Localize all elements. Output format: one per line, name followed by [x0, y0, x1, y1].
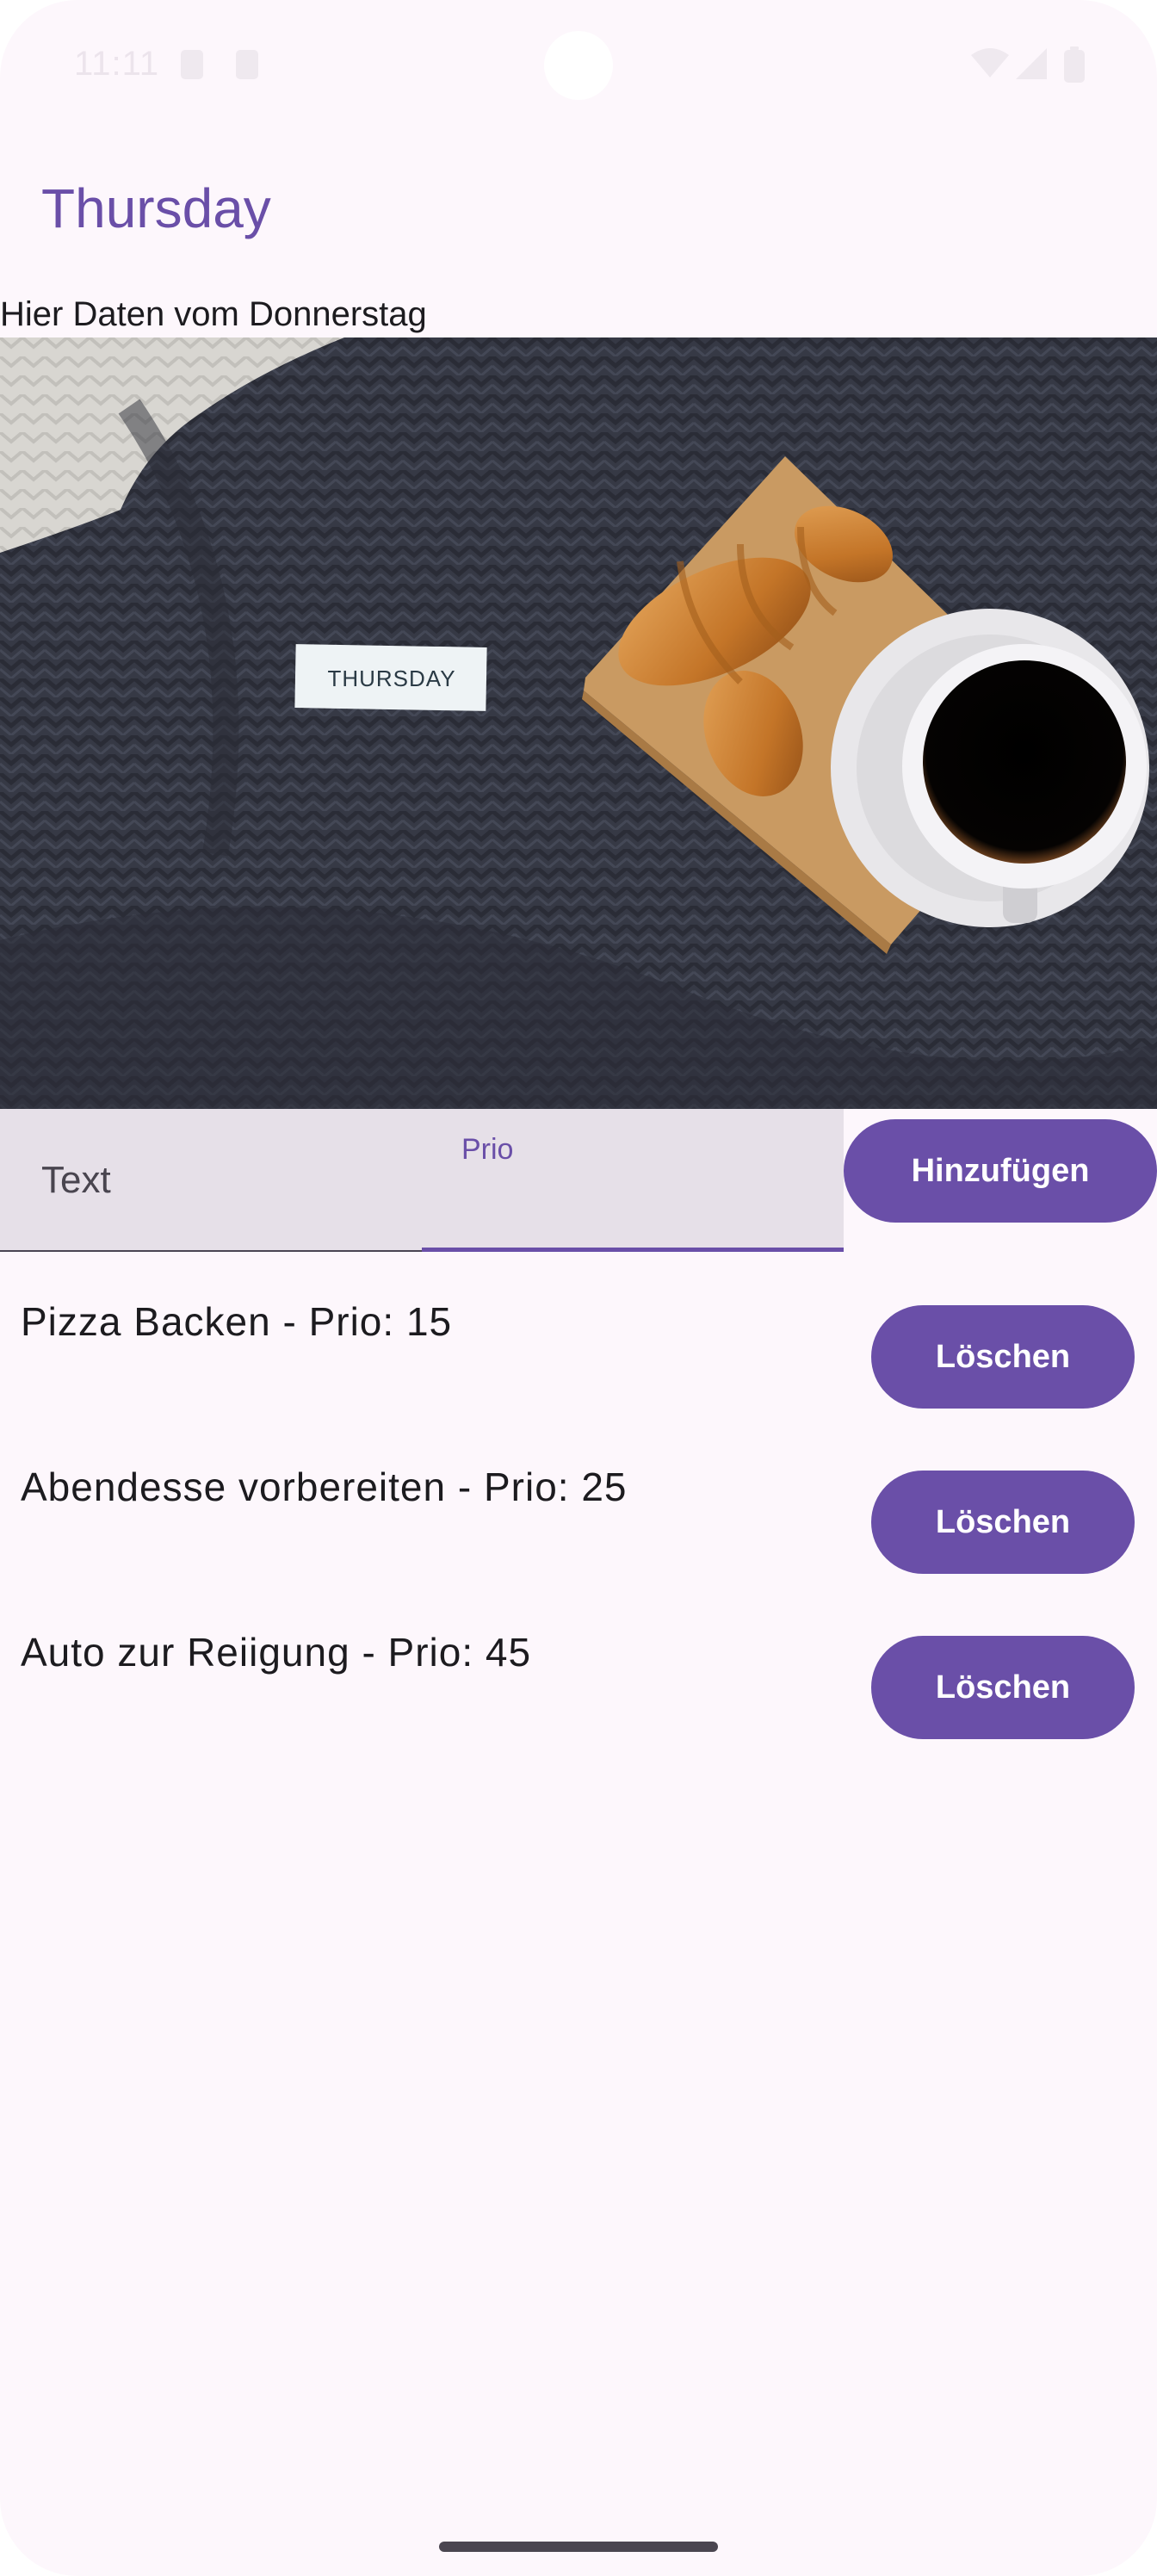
- text-input-placeholder: Text: [41, 1159, 111, 1201]
- task-label: Abendesse vorbereiten - Prio: 25: [21, 1464, 628, 1509]
- signal-icon: [1016, 48, 1047, 79]
- task-row: Auto zur Reiigung - Prio: 45 Löschen: [0, 1612, 1157, 1777]
- task-row: Pizza Backen - Prio: 15 Löschen: [0, 1281, 1157, 1446]
- task-row: Abendesse vorbereiten - Prio: 25 Löschen: [0, 1446, 1157, 1612]
- page-title: Thursday: [41, 177, 271, 239]
- prio-input-label: Prio: [461, 1133, 514, 1166]
- add-button[interactable]: Hinzufügen: [844, 1119, 1157, 1223]
- coffee-cup: [831, 609, 1149, 927]
- notification-icon: [236, 50, 258, 79]
- hero-image: THURSDAY: [0, 337, 1157, 1109]
- delete-button[interactable]: Löschen: [871, 1471, 1135, 1574]
- text-input[interactable]: Text: [0, 1109, 422, 1252]
- page-subtitle: Hier Daten vom Donnerstag: [0, 295, 427, 333]
- app-screen: 11:11 Thursday Hier Daten vom Donnerstag: [0, 0, 1157, 2576]
- home-gesture-handle[interactable]: [439, 2542, 718, 2552]
- delete-button[interactable]: Löschen: [871, 1305, 1135, 1409]
- status-time: 11:11: [74, 45, 160, 83]
- delete-button[interactable]: Löschen: [871, 1636, 1135, 1739]
- battery-icon: [1064, 46, 1085, 83]
- prio-input[interactable]: Prio: [422, 1109, 844, 1252]
- task-label: Auto zur Reiigung - Prio: 45: [21, 1630, 532, 1675]
- camera-cutout: [544, 31, 613, 100]
- hero-illustration: THURSDAY: [0, 337, 1157, 1109]
- wifi-icon: [971, 48, 1009, 77]
- card-label: THURSDAY: [327, 666, 455, 691]
- task-label: Pizza Backen - Prio: 15: [21, 1299, 453, 1344]
- status-bar: 11:11: [0, 0, 1157, 129]
- sim-icon: [181, 50, 203, 79]
- thursday-card: THURSDAY: [294, 644, 487, 711]
